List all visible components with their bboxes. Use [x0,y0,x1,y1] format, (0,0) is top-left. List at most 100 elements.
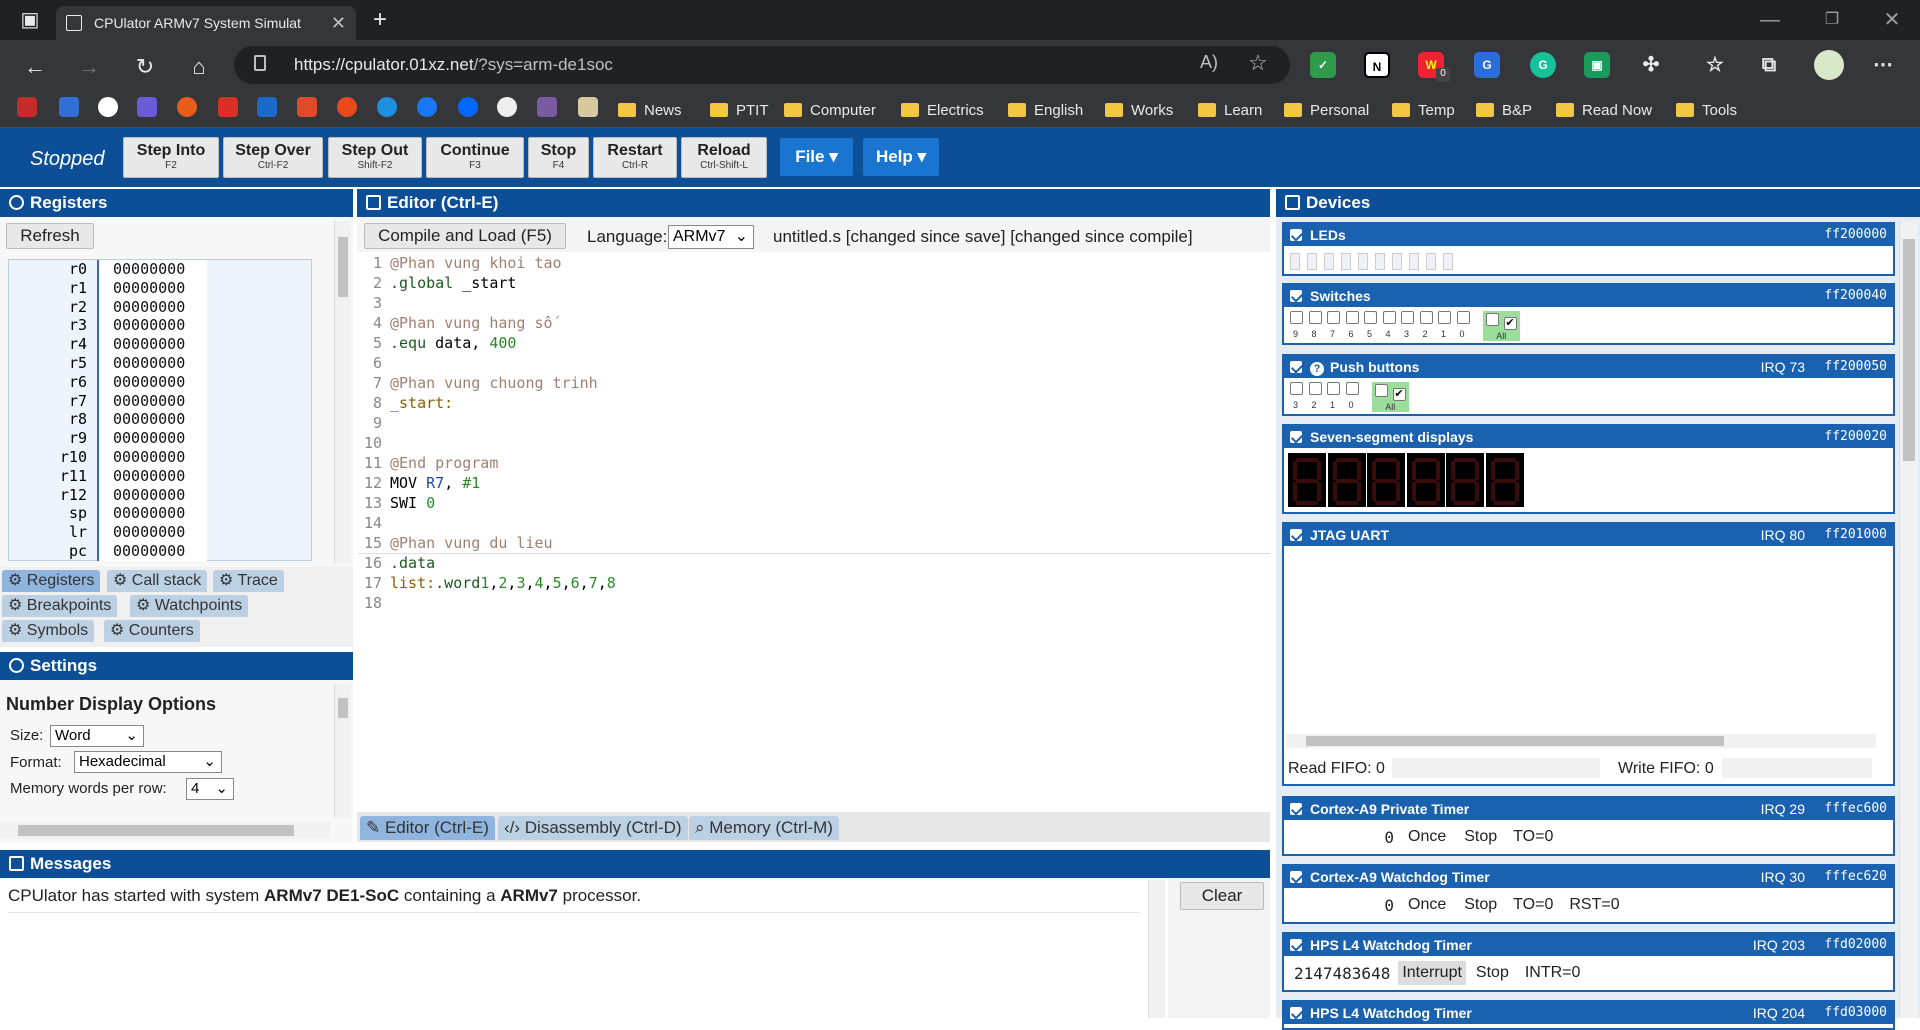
clear-button[interactable]: Clear [1180,882,1264,910]
maximize-icon[interactable]: ❐ [1812,0,1852,40]
close-tab-icon[interactable]: ✕ [331,13,346,34]
toggle-checkbox[interactable] [1327,311,1340,324]
register-value[interactable]: 00000000 [99,523,207,542]
step-into-button[interactable]: Step Into F2 [123,137,219,178]
translate-extension-icon[interactable]: G [1474,52,1500,78]
file-menu-button[interactable]: File ▾ [780,138,853,176]
toggle-item[interactable]: 3 [1290,382,1309,410]
reload-button[interactable]: Reload Ctrl-Shift-L [681,137,767,178]
scroll-thumb[interactable] [338,698,348,718]
bookmark-folder-english[interactable]: English [1008,92,1083,128]
messages-scrollbar[interactable] [1148,880,1165,1018]
toggle-checkbox[interactable] [1345,311,1359,324]
new-tab-icon[interactable]: + [360,0,400,40]
refresh-button[interactable]: Refresh [6,223,94,249]
toggle-item[interactable]: 3 [1401,311,1420,339]
toggle-item[interactable]: 7 [1327,311,1346,339]
bookmark-folder-temp[interactable]: Temp [1392,92,1455,128]
timer-stop-button[interactable]: Stop [1476,964,1509,982]
device-header[interactable]: LEDs ff200000 [1284,224,1893,246]
register-value[interactable]: 00000000 [99,372,207,392]
restart-button[interactable]: Restart Ctrl-R [593,137,677,178]
step-out-button[interactable]: Step Out Shift-F2 [328,137,422,178]
favorite-star-icon[interactable]: ☆ [1248,50,1268,76]
device-header[interactable]: Cortex-A9 Watchdog Timer IRQ 30 fffec620 [1284,866,1893,888]
register-value[interactable]: 00000000 [99,278,207,298]
register-value[interactable]: 00000000 [99,260,207,279]
bookmark-folder-learn[interactable]: Learn [1198,92,1262,128]
tab-actions-icon[interactable]: ▣ [10,0,50,40]
mem-words-select[interactable]: 4 ⌄ [186,778,234,800]
code-editor[interactable]: 1 @Phan vung khoi tao 2 .global _start 3 4… [358,254,1270,810]
settings-hscrollbar[interactable] [0,822,330,839]
register-value[interactable]: 00000000 [99,447,207,467]
register-value[interactable]: 00000000 [99,541,207,561]
save-extension-icon[interactable]: ▣ [1584,52,1610,78]
all-checkbox[interactable] [1375,384,1388,397]
browser-tab[interactable]: CPUlator ARMv7 System Simulat ✕ [56,6,356,40]
url-field[interactable]: https://cpulator.01xz.net/?sys=arm-de1so… [234,46,1290,84]
register-value[interactable]: 00000000 [99,410,207,430]
register-value[interactable]: 00000000 [99,504,207,524]
bookmark-calendar-icon[interactable] [59,97,79,117]
devices-scrollbar[interactable] [1899,221,1918,1018]
bookmark-folder-tools[interactable]: Tools [1676,92,1737,128]
bookmark-google-icon[interactable] [98,97,118,117]
bookmark-folder-electrics[interactable]: Electrics [901,92,984,128]
device-header[interactable]: HPS L4 Watchdog Timer IRQ 204 ffd03000 [1284,1002,1893,1024]
toggle-item[interactable]: 1 [1438,311,1457,339]
forward-icon[interactable]: → [72,50,106,84]
bookmark-folder-bp[interactable]: B&P [1476,92,1532,128]
minimize-icon[interactable]: — [1750,0,1790,40]
register-value[interactable]: 00000000 [99,335,207,354]
tab-registers[interactable]: ⚙ Registers [2,570,101,592]
toggle-checkbox[interactable] [1290,382,1303,395]
reload-icon[interactable]: ↻ [128,50,162,84]
device-header[interactable]: Seven-segment displays ff200020 [1284,426,1893,448]
timer-mode-button[interactable]: Once [1408,896,1446,914]
all-toggle[interactable]: ✔ All [1483,311,1520,341]
toggle-checkbox[interactable] [1327,382,1340,395]
collapse-icon[interactable] [1290,229,1302,241]
bookmark-github-icon[interactable] [497,97,517,117]
toggle-item[interactable]: 2 [1308,382,1328,410]
toggle-checkbox[interactable] [1438,311,1451,324]
settings-scrollbar[interactable] [334,684,351,818]
collapse-icon[interactable] [1290,431,1302,443]
toggle-checkbox[interactable] [1345,382,1359,395]
register-value[interactable]: 00000000 [99,429,207,448]
scroll-thumb[interactable] [1306,736,1724,746]
step-over-button[interactable]: Step Over Ctrl-F2 [223,137,323,178]
register-value[interactable]: 00000000 [99,353,207,373]
all-checkbox[interactable] [1486,313,1499,326]
register-value[interactable]: 00000000 [99,466,207,486]
toggle-item[interactable]: 6 [1345,311,1365,339]
bookmark-folder-read-now[interactable]: Read Now [1556,92,1652,128]
bookmark-folder-personal[interactable]: Personal [1284,92,1369,128]
device-header[interactable]: JTAG UART IRQ 80 ff201000 [1284,524,1893,546]
toggle-item[interactable]: 0 [1456,311,1476,339]
compile-load-button[interactable]: Compile and Load (F5) [364,223,566,249]
grammarly-extension-icon[interactable]: G [1530,52,1556,78]
toggle-item[interactable]: 9 [1290,311,1309,339]
toggle-checkbox[interactable] [1382,311,1396,324]
bookmark-app-icon[interactable] [137,97,157,117]
scroll-thumb[interactable] [1903,239,1915,461]
bookmark-goodreads-icon[interactable] [578,97,598,117]
collapse-icon[interactable] [1290,1007,1302,1019]
tab-counters[interactable]: ⚙ Counters [104,620,200,642]
shield-extension-icon[interactable]: ✓ [1310,52,1336,78]
tab-disassembly[interactable]: ‹/› Disassembly (Ctrl-D) [498,816,688,840]
uart-hscrollbar[interactable] [1286,734,1876,748]
bookmark-todo-icon[interactable] [297,97,317,117]
timer-mode-button[interactable]: Interrupt [1398,961,1466,985]
tab-memory[interactable]: ⌕ Memory (Ctrl-M) [689,816,839,840]
registers-scrollbar[interactable] [334,221,351,563]
bookmark-folder-computer[interactable]: Computer [784,92,876,128]
bookmark-zalo-icon[interactable] [458,97,478,117]
collapse-icon[interactable] [1290,871,1302,883]
extensions-puzzle-icon[interactable]: ✣ [1638,52,1664,78]
device-header[interactable]: ? Push buttons IRQ 73 ff200050 [1284,356,1893,378]
tab-trace[interactable]: ⚙ Trace [213,570,284,592]
bookmark-site-icon[interactable] [17,97,37,117]
